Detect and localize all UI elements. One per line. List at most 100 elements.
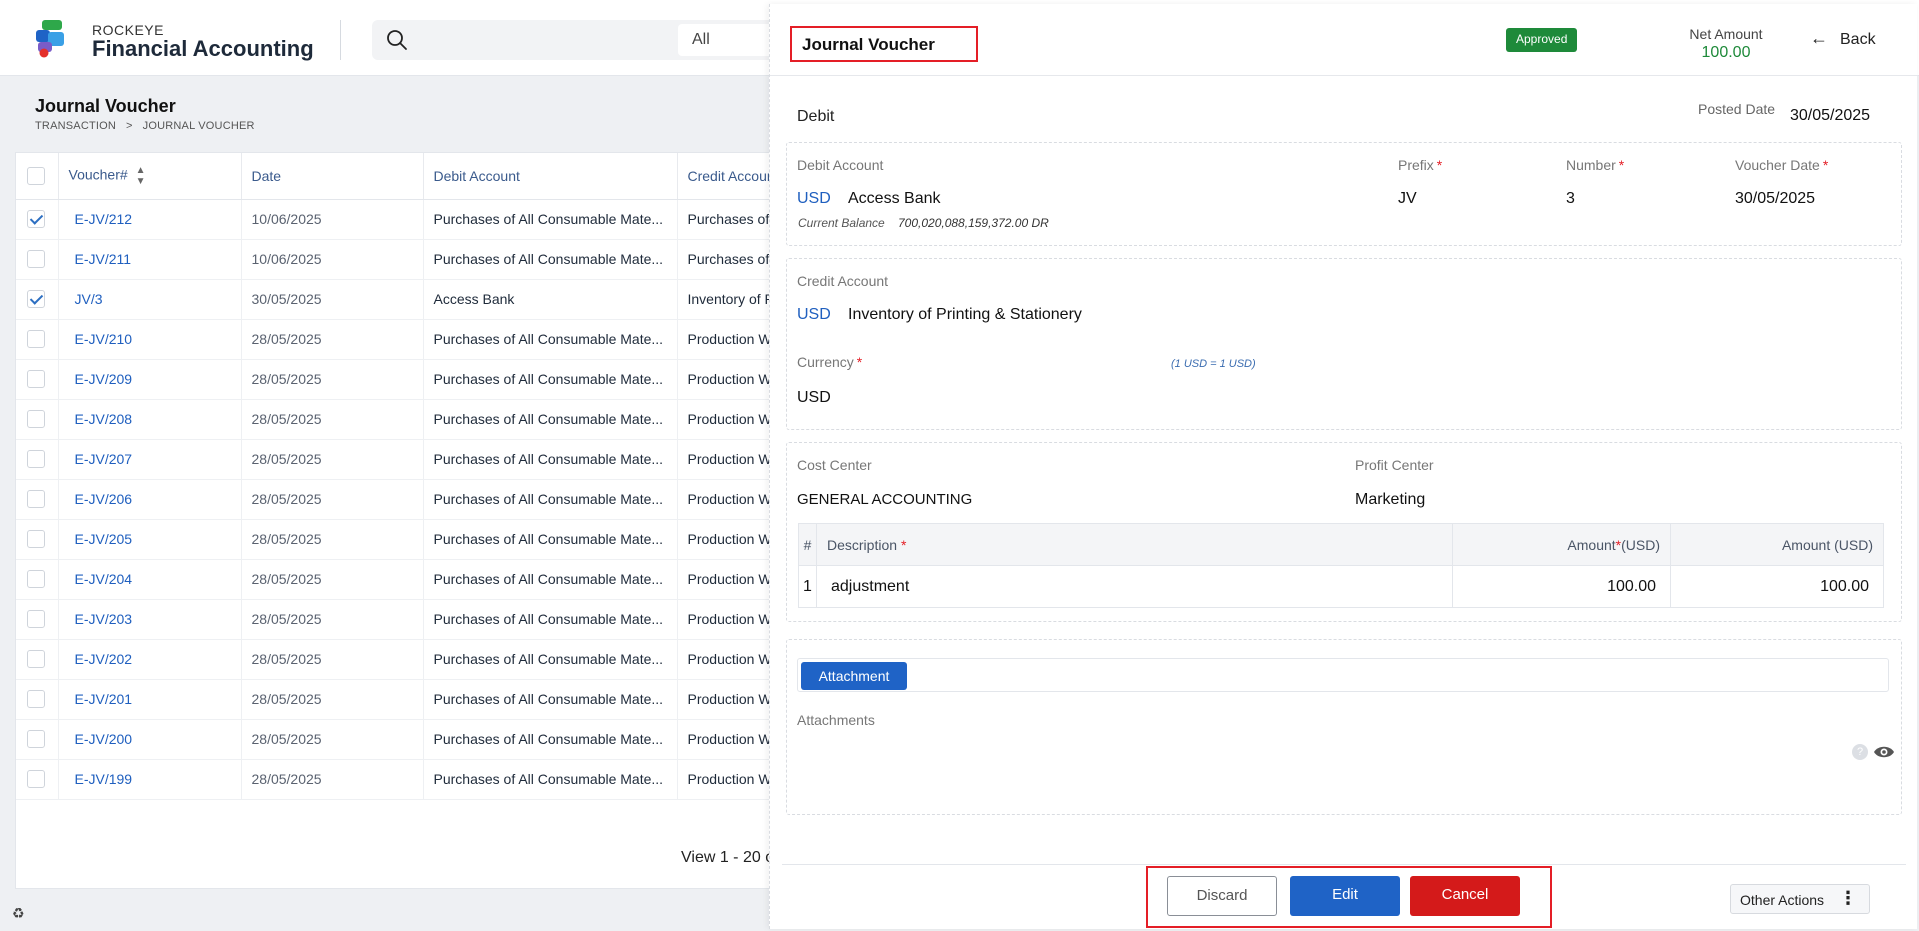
global-search[interactable]: All [372,20,798,60]
row-checkbox[interactable] [27,290,45,309]
row-select-cell [16,479,59,520]
row-checkbox[interactable] [27,770,45,789]
attachment-button[interactable]: Attachment [801,662,907,690]
description-header-text: Description [827,536,898,553]
breadcrumb-separator: > [126,120,133,132]
edit-button[interactable]: Edit [1290,876,1400,916]
sort-icon[interactable]: ▲ ▼ [136,165,146,187]
voucher-number-link[interactable]: E-JV/210 [58,319,242,360]
voucher-number-link[interactable]: E-JV/207 [58,439,242,480]
table-row[interactable]: E-JV/203 28/05/2025 Purchases of All Consu… [16,599,796,640]
breadcrumb-item-transaction[interactable]: TRANSACTION [35,120,116,132]
voucher-number-link[interactable]: E-JV/211 [58,239,242,280]
table-row[interactable]: E-JV/201 28/05/2025 Purchases of All Consu… [16,679,796,720]
line-row[interactable]: 1 adjustment 100.00 100.00 [798,565,1884,608]
credit-currency: USD [797,306,831,323]
discard-button[interactable]: Discard [1167,876,1277,916]
voucher-number-link[interactable]: E-JV/199 [58,759,242,800]
row-checkbox[interactable] [27,530,45,549]
currency-value[interactable]: USD [797,389,831,407]
line-amount-required: 100.00 [1452,565,1671,608]
row-checkbox[interactable] [27,370,45,389]
more-vertical-icon: ⋮ [1839,888,1857,908]
voucher-number-link[interactable]: E-JV/205 [58,519,242,560]
voucher-date: 28/05/2025 [241,399,424,440]
table-row[interactable]: E-JV/211 10/06/2025 Purchases of All Consu… [16,239,796,280]
voucher-number-link[interactable]: E-JV/212 [58,199,242,240]
table-row[interactable]: E-JV/202 28/05/2025 Purchases of All Consu… [16,639,796,680]
row-select-cell [16,319,59,360]
voucher-number-link[interactable]: E-JV/206 [58,479,242,520]
voucher-number-link[interactable]: E-JV/203 [58,599,242,640]
row-checkbox[interactable] [27,410,45,429]
row-checkbox[interactable] [27,730,45,749]
amount-required-header-text: Amount [1567,536,1616,553]
debit-account-cell: Purchases of All Consumable Mate... [423,679,678,720]
voucher-lines-table: # Description * Amount*(USD) Amount (USD)… [798,523,1884,608]
cost-center-value[interactable]: GENERAL ACCOUNTING [797,491,972,508]
row-checkbox[interactable] [27,490,45,509]
row-checkbox[interactable] [27,610,45,629]
voucher-date: 28/05/2025 [241,439,424,480]
row-checkbox[interactable] [27,210,45,229]
search-icon[interactable] [386,29,408,51]
posted-date-value: 30/05/2025 [1790,107,1871,124]
row-checkbox[interactable] [27,570,45,589]
voucher-date: 10/06/2025 [241,199,424,240]
number-value: 3 [1566,190,1575,207]
row-checkbox[interactable] [27,650,45,669]
debit-account-cell: Purchases of All Consumable Mate... [423,439,678,480]
row-checkbox[interactable] [27,330,45,349]
column-header-date[interactable]: Date [241,153,424,200]
table-row[interactable]: E-JV/206 28/05/2025 Purchases of All Consu… [16,479,796,520]
select-all-checkbox[interactable] [27,166,45,185]
table-row[interactable]: E-JV/208 28/05/2025 Purchases of All Consu… [16,399,796,440]
voucher-number-link[interactable]: E-JV/201 [58,679,242,720]
status-badge: Approved [1506,28,1578,52]
voucher-number-link[interactable]: E-JV/204 [58,559,242,600]
row-checkbox[interactable] [27,450,45,469]
row-select-cell [16,519,59,560]
table-row[interactable]: JV/3 30/05/2025 Access Bank Inventory of P [16,279,796,320]
table-row[interactable]: E-JV/200 28/05/2025 Purchases of All Consu… [16,719,796,760]
table-row[interactable]: E-JV/207 28/05/2025 Purchases of All Consu… [16,439,796,480]
voucher-number-link[interactable]: JV/3 [58,279,242,320]
pagination-info: View 1 - 20 o [681,849,775,866]
debit-account-value[interactable]: Access Bank [848,190,940,208]
table-row[interactable]: E-JV/212 10/06/2025 Purchases of All Consu… [16,199,796,240]
table-row[interactable]: E-JV/204 28/05/2025 Purchases of All Consu… [16,559,796,600]
profit-center-value[interactable]: Marketing [1355,491,1425,509]
voucher-date: 28/05/2025 [241,319,424,360]
column-header-debit-account[interactable]: Debit Account [423,153,678,200]
voucher-date: 30/05/2025 [241,279,424,320]
attachment-toolbar [797,658,1889,692]
row-checkbox[interactable] [27,690,45,709]
credit-account-value[interactable]: Inventory of Printing & Stationery [848,306,1082,324]
credit-account-box: Credit Account USD Inventory of Printing… [786,258,1902,430]
table-row[interactable]: E-JV/210 28/05/2025 Purchases of All Consu… [16,319,796,360]
table-row[interactable]: E-JV/205 28/05/2025 Purchases of All Consu… [16,519,796,560]
voucher-number-link[interactable]: E-JV/200 [58,719,242,760]
row-select-cell [16,759,59,800]
help-icon[interactable]: ? [1852,744,1868,760]
eye-icon[interactable] [1873,744,1895,760]
table-row[interactable]: E-JV/209 28/05/2025 Purchases of All Consu… [16,359,796,400]
prefix-label: Prefix * [1398,157,1442,173]
voucher-number-link[interactable]: E-JV/208 [58,399,242,440]
currency-label-text: Currency [797,354,854,370]
column-header-voucher[interactable]: Voucher# ▲ ▼ [58,153,242,200]
voucher-date: 28/05/2025 [241,639,424,680]
row-checkbox[interactable] [27,250,45,269]
table-row[interactable]: E-JV/199 28/05/2025 Purchases of All Consu… [16,759,796,800]
debit-account-cell: Purchases of All Consumable Mate... [423,479,678,520]
back-button[interactable]: ← Back [1810,28,1876,58]
other-actions-button[interactable]: Other Actions ⋮ [1730,884,1870,914]
voucher-number-link[interactable]: E-JV/209 [58,359,242,400]
voucher-date: 28/05/2025 [241,519,424,560]
debit-account-cell: Purchases of All Consumable Mate... [423,519,678,560]
cancel-button[interactable]: Cancel [1410,876,1520,916]
panel-title: Journal Voucher [790,26,978,62]
voucher-number-link[interactable]: E-JV/202 [58,639,242,680]
recycle-icon[interactable]: ♻ [12,905,25,922]
rockeye-logo-icon [36,20,64,58]
